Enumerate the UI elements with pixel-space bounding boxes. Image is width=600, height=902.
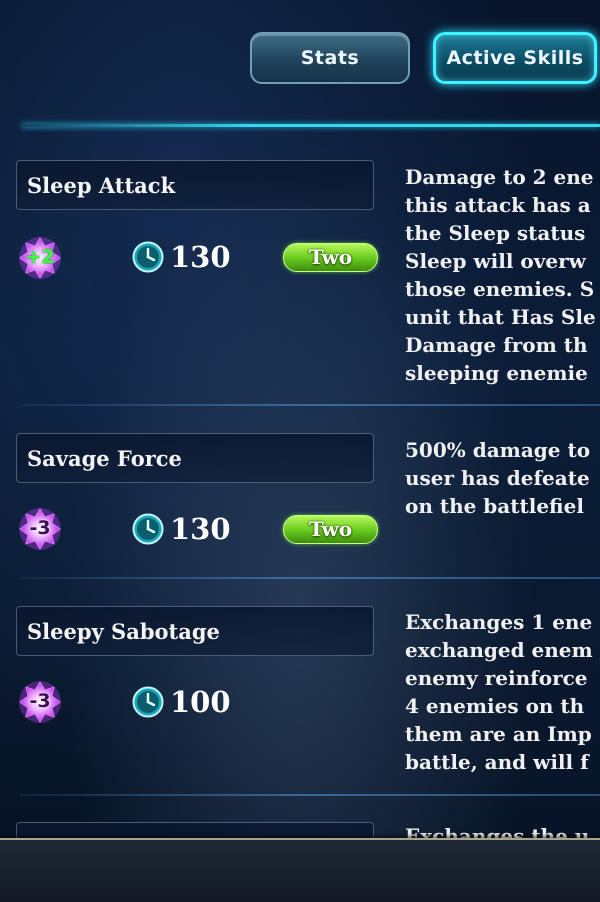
description-line: Sleep will overw <box>405 249 586 273</box>
tab-stats[interactable]: Stats <box>250 32 410 84</box>
bottom-bar <box>0 838 600 902</box>
skill-target-badge: Two <box>283 243 378 272</box>
clock-icon <box>132 686 164 718</box>
skill-target-badge: Two <box>283 515 378 544</box>
skill-description: Exchanges the u <box>405 822 600 838</box>
description-line: 500% damage to <box>405 438 591 462</box>
row-divider <box>20 404 600 406</box>
tab-active-skills[interactable]: Active Skills <box>433 32 597 84</box>
skill-description: 500% damage to user has defeate on the b… <box>405 436 600 520</box>
description-line: on the battlefiel <box>405 494 584 518</box>
skill-cooldown: 130 <box>170 512 231 546</box>
header-divider <box>22 124 600 127</box>
row-divider <box>20 794 600 796</box>
skill-cost: -3 <box>29 690 51 712</box>
description-line: enemy reinforce <box>405 666 588 690</box>
clock-icon <box>132 241 164 273</box>
lotus-badge-icon: +2 <box>18 236 62 280</box>
tab-active-skills-label: Active Skills <box>446 47 584 69</box>
skill-description: Exchanges 1 ene exchanged enem enemy rei… <box>405 608 600 776</box>
clock-icon <box>132 513 164 545</box>
skill-cost: -3 <box>29 517 51 539</box>
skill-name: Savage Force <box>27 446 182 471</box>
skill-description: Damage to 2 ene this attack has a the Sl… <box>405 163 600 387</box>
description-line: Exchanges the u <box>405 824 590 838</box>
description-line: Damage from th <box>405 333 588 357</box>
lotus-badge-icon: -3 <box>18 507 62 551</box>
description-line: 4 enemies on th <box>405 694 585 718</box>
skill-cooldown: 100 <box>170 685 231 719</box>
description-line: exchanged enem <box>405 638 593 662</box>
lotus-badge-icon: -3 <box>18 680 62 724</box>
skill-name-box: Sleepy Sabotage <box>16 606 374 656</box>
skill-name: Sleep Attack <box>27 173 176 198</box>
description-line: them are an Imp <box>405 722 592 746</box>
skill-cost: +2 <box>25 246 55 268</box>
skill-name: Sleepy Sabotage <box>27 619 220 644</box>
description-line: the Sleep status <box>405 221 586 245</box>
description-line: Exchanges 1 ene <box>405 610 593 634</box>
description-line: Damage to 2 ene <box>405 165 594 189</box>
description-line: those enemies. S <box>405 277 595 301</box>
skill-name-box: Sleep Attack <box>16 160 374 210</box>
tab-stats-label: Stats <box>300 47 360 69</box>
description-line: battle, and will f <box>405 750 589 774</box>
description-line: sleeping enemie <box>405 361 588 385</box>
skill-cooldown: 130 <box>170 240 231 274</box>
description-line: this attack has a <box>405 193 591 217</box>
row-divider <box>20 577 600 579</box>
description-line: user has defeate <box>405 466 590 490</box>
description-line: unit that Has Sle <box>405 305 596 329</box>
skill-name-box: Savage Force <box>16 433 374 483</box>
